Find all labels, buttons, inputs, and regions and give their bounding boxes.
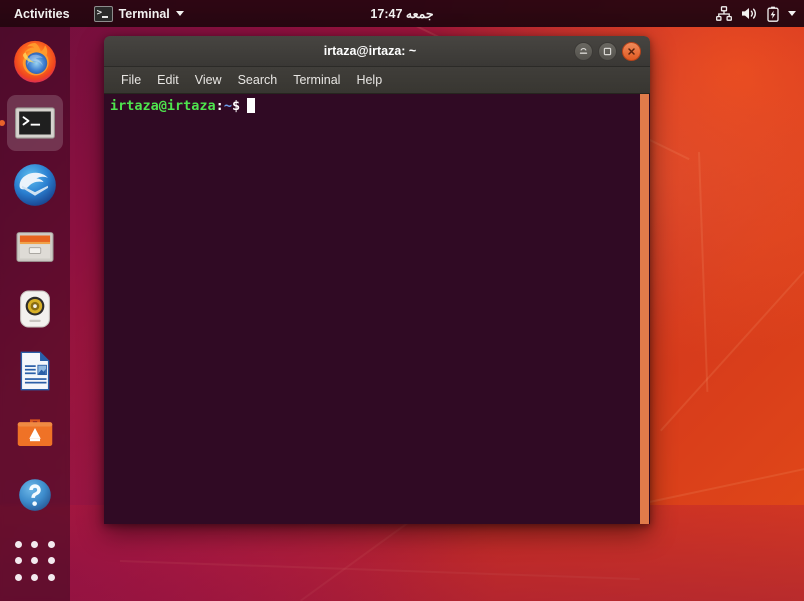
top-bar: Activities Terminal جمعه 17:47: [0, 0, 804, 27]
apps-grid-dot: [15, 557, 23, 565]
app-menu-button[interactable]: Terminal: [86, 0, 192, 27]
apps-grid-dot: [47, 557, 55, 565]
apps-grid-dot: [31, 541, 39, 549]
dock: [0, 27, 70, 601]
apps-grid-dot: [15, 573, 23, 581]
terminal-icon: [93, 5, 113, 22]
terminal-scrollbar-thumb[interactable]: [640, 94, 649, 524]
apps-grid-dot: [31, 557, 39, 565]
app-menu-label: Terminal: [118, 6, 170, 21]
apps-grid-dot: [47, 541, 55, 549]
ubuntu-software-icon: [17, 419, 53, 446]
apps-grid-dot: [15, 541, 23, 549]
minimize-button[interactable]: [574, 41, 593, 61]
system-tray[interactable]: [716, 0, 800, 27]
menu-item-view[interactable]: View: [188, 70, 229, 90]
help-icon: [19, 479, 51, 511]
volume-icon: [742, 8, 756, 19]
apps-grid-dot: [31, 573, 39, 581]
dock-item-libreoffice-writer[interactable]: [7, 343, 63, 399]
prompt-user-host: irtaza@irtaza: [110, 98, 216, 114]
terminal-scrollbar[interactable]: [639, 94, 650, 524]
maximize-button[interactable]: [598, 41, 617, 61]
menu-item-file[interactable]: File: [114, 70, 148, 90]
window-controls: [574, 41, 650, 61]
apps-grid-dot: [47, 573, 55, 581]
dock-item-terminal[interactable]: [7, 95, 63, 151]
libreoffice-writer-icon: [20, 351, 50, 391]
terminal-icon: [15, 107, 55, 139]
dock-item-ubuntu-software[interactable]: [7, 405, 63, 461]
terminal-menubar: File Edit View Search Terminal Help: [104, 67, 650, 94]
close-button[interactable]: [622, 41, 641, 61]
network-icon: [716, 6, 732, 21]
dock-item-help[interactable]: [7, 467, 63, 523]
close-icon: [628, 47, 635, 55]
terminal-output[interactable]: irtaza@irtaza:~$: [104, 94, 639, 524]
prompt-colon: :: [215, 98, 224, 114]
dock-item-thunderbird[interactable]: [7, 157, 63, 213]
menu-item-edit[interactable]: Edit: [150, 70, 186, 90]
thunderbird-icon: [14, 164, 56, 206]
rhythmbox-icon: [20, 290, 50, 328]
system-menu-caret-icon[interactable]: [788, 11, 796, 16]
maximize-icon: [603, 47, 612, 55]
menu-item-terminal[interactable]: Terminal: [286, 70, 347, 90]
menu-item-search[interactable]: Search: [231, 70, 285, 90]
desktop-screen: irtaza@irtaza: ~ File Edit View Search T…: [0, 0, 804, 601]
terminal-title: irtaza@irtaza: ~: [323, 44, 417, 58]
minimize-icon: [579, 47, 588, 54]
battery-charging-icon: [767, 6, 779, 22]
chevron-down-icon: [175, 11, 184, 16]
prompt-symbol: $: [231, 98, 241, 114]
firefox-icon: [14, 40, 56, 83]
terminal-body[interactable]: irtaza@irtaza:~$: [104, 94, 650, 524]
clock-label: جمعه 17:47: [370, 7, 434, 21]
terminal-titlebar[interactable]: irtaza@irtaza: ~: [104, 36, 650, 67]
terminal-cursor: [247, 98, 256, 113]
files-icon: [16, 232, 54, 262]
menu-item-help[interactable]: Help: [349, 70, 389, 90]
terminal-window: irtaza@irtaza: ~ File Edit View Search T…: [104, 36, 650, 524]
activities-button[interactable]: Activities: [6, 0, 78, 27]
dock-item-files[interactable]: [7, 219, 63, 275]
show-applications-button[interactable]: [9, 535, 61, 587]
dock-item-firefox[interactable]: [7, 33, 63, 89]
prompt-path: ~: [223, 98, 232, 114]
dock-item-rhythmbox[interactable]: [7, 281, 63, 337]
